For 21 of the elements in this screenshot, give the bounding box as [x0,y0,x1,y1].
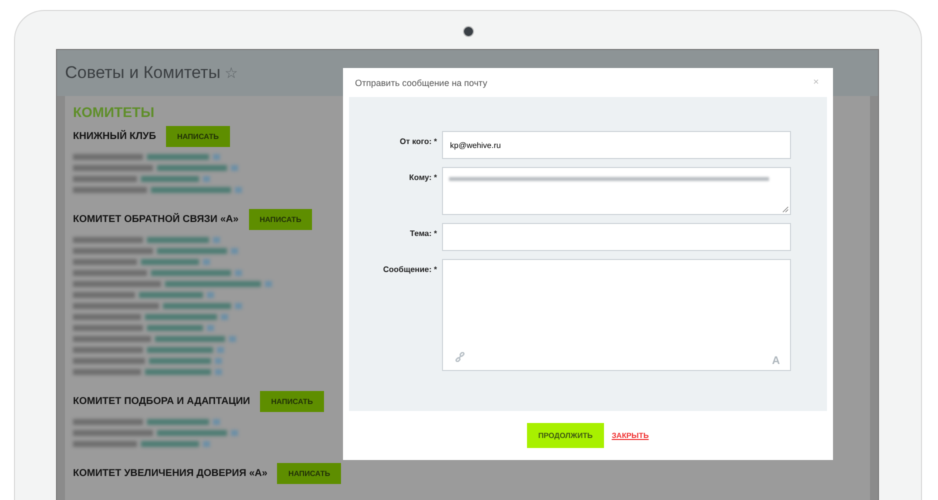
message-field[interactable]: A [442,259,791,371]
input-field[interactable]: kp@wehive.ru [442,131,791,159]
committee-name: КОМИТЕТ ОБРАТНОЙ СВЯЗИ «А» [73,214,239,225]
field-label: Сообщение: * [382,264,437,274]
committee-name: КОМИТЕТ ПОДБОРА И АДАПТАЦИИ [73,396,250,407]
input-field[interactable] [442,223,791,251]
modal-title: Отправить сообщение на почту [355,78,488,88]
close-button[interactable]: × [813,77,819,88]
committee-name: КНИЖНЫЙ КЛУБ [73,131,156,142]
section-heading: КОМИТЕТЫ [73,104,156,120]
page-title: Советы и Комитеты [65,63,220,83]
recipients-field[interactable] [442,167,791,215]
camera-icon [463,26,474,37]
field-label: От кого: * [398,136,437,146]
link-icon[interactable] [455,352,465,362]
field-label: Кому: * [408,172,437,182]
text-format-button[interactable]: A [772,355,780,367]
resize-handle-icon[interactable] [782,206,789,213]
favorite-star[interactable]: ☆ [224,64,238,82]
committee-name: КОМИТЕТ УВЕЛИЧЕНИЯ ДОВЕРИЯ «А» [73,468,268,479]
field-label: Тема: * [408,228,437,238]
